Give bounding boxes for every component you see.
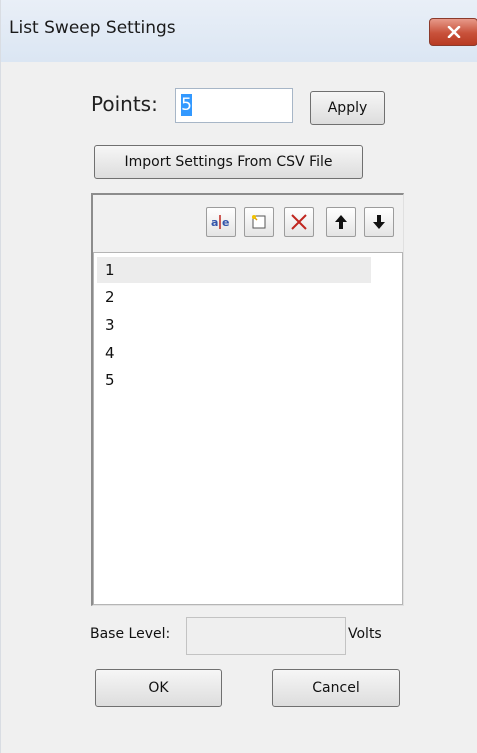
sweep-list[interactable] [93,252,403,605]
points-input[interactable] [175,88,293,123]
cancel-button[interactable]: Cancel [272,669,400,707]
move-down-button[interactable] [364,207,394,237]
list-item[interactable]: 1 [105,258,115,282]
base-level-input[interactable] [186,617,346,655]
svg-text:e: e [222,216,229,229]
points-label: Points: [91,92,158,116]
move-down-icon [373,215,385,229]
title-bar[interactable]: List Sweep Settings [1,0,477,62]
close-icon [447,26,460,38]
delete-icon [291,214,307,230]
window-title: List Sweep Settings [9,18,176,38]
new-item-icon [252,215,266,229]
points-input-value: 5 [181,94,192,116]
delete-button[interactable] [284,207,314,237]
import-csv-button[interactable]: Import Settings From CSV File [94,145,363,179]
list-selection-highlight [97,257,371,283]
list-item[interactable]: 2 [105,285,115,309]
list-item[interactable]: 5 [105,368,115,392]
move-up-button[interactable] [326,207,356,237]
ok-button[interactable]: OK [95,669,222,707]
base-level-label: Base Level: [90,626,171,642]
list-item[interactable]: 4 [105,341,115,365]
apply-button[interactable]: Apply [310,91,385,125]
edit-text-button[interactable]: a e [206,207,236,237]
new-item-button[interactable] [244,207,274,237]
list-item[interactable]: 3 [105,313,115,337]
svg-text:a: a [211,216,218,229]
volts-unit-label: Volts [348,626,382,642]
move-up-icon [335,215,347,229]
close-button[interactable] [429,18,477,46]
edit-text-icon: a e [211,215,229,229]
